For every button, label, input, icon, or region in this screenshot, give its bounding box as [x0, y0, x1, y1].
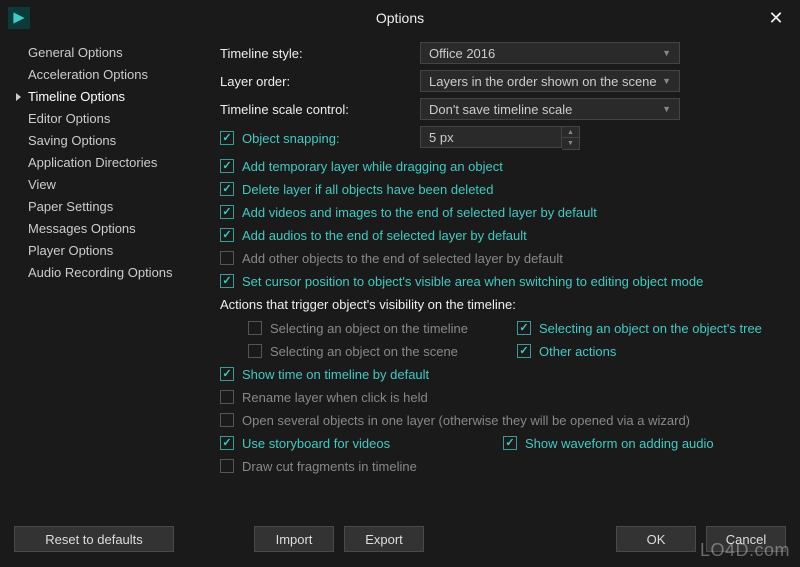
sidebar-item-acceleration[interactable]: Acceleration Options — [14, 64, 204, 86]
sel-tree-label[interactable]: Selecting an object on the object's tree — [539, 321, 762, 336]
app-icon — [8, 7, 30, 29]
spinner-down-icon[interactable]: ▼ — [562, 138, 579, 149]
use-storyboard-label[interactable]: Use storyboard for videos — [242, 436, 390, 451]
other-actions-label[interactable]: Other actions — [539, 344, 616, 359]
window-title: Options — [0, 10, 800, 26]
set-cursor-checkbox[interactable] — [220, 274, 234, 288]
timeline-style-value: Office 2016 — [429, 46, 495, 61]
sel-timeline-label[interactable]: Selecting an object on the timeline — [270, 321, 468, 336]
visibility-header: Actions that trigger object's visibility… — [220, 297, 786, 312]
spinner-up-icon[interactable]: ▲ — [562, 127, 579, 138]
import-button[interactable]: Import — [254, 526, 334, 552]
sidebar-item-saving[interactable]: Saving Options — [14, 130, 204, 152]
use-storyboard-checkbox[interactable] — [220, 436, 234, 450]
delete-layer-label[interactable]: Delete layer if all objects have been de… — [242, 182, 494, 197]
show-waveform-label[interactable]: Show waveform on adding audio — [525, 436, 714, 451]
timeline-style-label: Timeline style: — [220, 46, 420, 61]
sel-scene-checkbox[interactable] — [248, 344, 262, 358]
timeline-style-select[interactable]: Office 2016 ▼ — [420, 42, 680, 64]
caret-down-icon: ▼ — [662, 104, 671, 114]
sidebar-item-audio-recording[interactable]: Audio Recording Options — [14, 262, 204, 284]
open-several-checkbox[interactable] — [220, 413, 234, 427]
add-audios-label[interactable]: Add audios to the end of selected layer … — [242, 228, 527, 243]
add-videos-label[interactable]: Add videos and images to the end of sele… — [242, 205, 597, 220]
sidebar-item-timeline[interactable]: Timeline Options — [14, 86, 204, 108]
layer-order-label: Layer order: — [220, 74, 420, 89]
ok-button[interactable]: OK — [616, 526, 696, 552]
scale-control-select[interactable]: Don't save timeline scale ▼ — [420, 98, 680, 120]
add-temp-layer-checkbox[interactable] — [220, 159, 234, 173]
titlebar: Options ✕ — [0, 0, 800, 36]
scale-control-label: Timeline scale control: — [220, 102, 420, 117]
show-time-label[interactable]: Show time on timeline by default — [242, 367, 429, 382]
content-panel: Timeline style: Office 2016 ▼ Layer orde… — [214, 42, 786, 516]
rename-layer-checkbox[interactable] — [220, 390, 234, 404]
close-button[interactable]: ✕ — [760, 2, 792, 34]
caret-down-icon: ▼ — [662, 76, 671, 86]
sidebar-item-player[interactable]: Player Options — [14, 240, 204, 262]
sel-scene-label[interactable]: Selecting an object on the scene — [270, 344, 458, 359]
layer-order-select[interactable]: Layers in the order shown on the scene ▼ — [420, 70, 680, 92]
object-snapping-label[interactable]: Object snapping: — [242, 131, 340, 146]
add-temp-layer-label[interactable]: Add temporary layer while dragging an ob… — [242, 159, 503, 174]
caret-down-icon: ▼ — [662, 48, 671, 58]
delete-layer-checkbox[interactable] — [220, 182, 234, 196]
object-snapping-checkbox[interactable] — [220, 131, 234, 145]
add-other-checkbox[interactable] — [220, 251, 234, 265]
add-videos-checkbox[interactable] — [220, 205, 234, 219]
show-time-checkbox[interactable] — [220, 367, 234, 381]
sidebar-item-editor[interactable]: Editor Options — [14, 108, 204, 130]
sidebar-item-view[interactable]: View — [14, 174, 204, 196]
scale-control-value: Don't save timeline scale — [429, 102, 572, 117]
sidebar-item-directories[interactable]: Application Directories — [14, 152, 204, 174]
draw-cut-label[interactable]: Draw cut fragments in timeline — [242, 459, 417, 474]
add-audios-checkbox[interactable] — [220, 228, 234, 242]
footer: Reset to defaults Import Export OK Cance… — [0, 516, 800, 562]
sel-timeline-checkbox[interactable] — [248, 321, 262, 335]
sel-tree-checkbox[interactable] — [517, 321, 531, 335]
add-other-label[interactable]: Add other objects to the end of selected… — [242, 251, 563, 266]
show-waveform-checkbox[interactable] — [503, 436, 517, 450]
rename-layer-label[interactable]: Rename layer when click is held — [242, 390, 428, 405]
layer-order-value: Layers in the order shown on the scene — [429, 74, 657, 89]
draw-cut-checkbox[interactable] — [220, 459, 234, 473]
sidebar-item-general[interactable]: General Options — [14, 42, 204, 64]
sidebar: General Options Acceleration Options Tim… — [14, 42, 214, 516]
reset-defaults-button[interactable]: Reset to defaults — [14, 526, 174, 552]
export-button[interactable]: Export — [344, 526, 424, 552]
object-snapping-value[interactable]: 5 px — [420, 126, 562, 148]
sidebar-item-messages[interactable]: Messages Options — [14, 218, 204, 240]
object-snapping-spinner[interactable]: 5 px ▲ ▼ — [420, 126, 580, 150]
cancel-button[interactable]: Cancel — [706, 526, 786, 552]
sidebar-item-paper[interactable]: Paper Settings — [14, 196, 204, 218]
other-actions-checkbox[interactable] — [517, 344, 531, 358]
open-several-label[interactable]: Open several objects in one layer (other… — [242, 413, 690, 428]
set-cursor-label[interactable]: Set cursor position to object's visible … — [242, 274, 703, 289]
